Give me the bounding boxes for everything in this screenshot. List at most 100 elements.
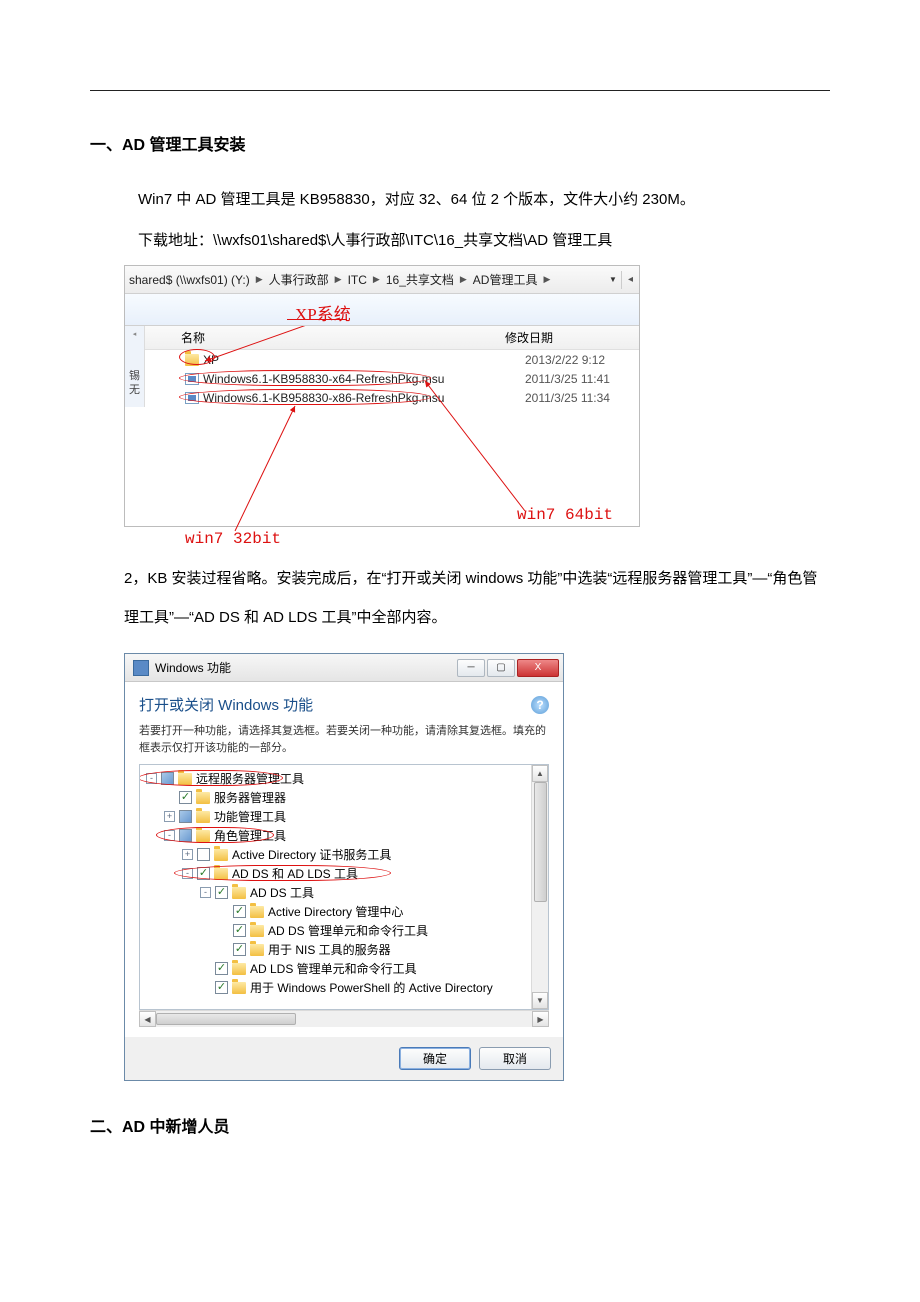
chevron-right-icon: ▶ — [333, 274, 344, 285]
scroll-thumb[interactable] — [534, 782, 547, 902]
window-title: Windows 功能 — [155, 659, 231, 676]
tree-label: AD DS 和 AD LDS 工具 — [232, 865, 358, 882]
collapse-icon[interactable]: - — [164, 830, 175, 841]
tree-node[interactable]: -角色管理工具 — [140, 826, 531, 845]
checkbox[interactable] — [215, 981, 228, 994]
tree-node[interactable]: 用于 Windows PowerShell 的 Active Directory — [140, 978, 531, 997]
column-headers: 名称 修改日期 — [145, 326, 639, 350]
toolbar-band: XP系统 — [125, 294, 639, 326]
breadcrumb-seg[interactable]: ITC — [344, 273, 371, 287]
close-button[interactable]: X — [517, 659, 559, 677]
app-icon — [133, 660, 149, 676]
checkbox[interactable] — [233, 943, 246, 956]
explorer-body: ◂ 锡 无 名称 修改日期 XP 2013/2/22 9:12 — [125, 326, 639, 526]
file-row[interactable]: Windows6.1-KB958830-x64-RefreshPkg.msu 2… — [145, 369, 639, 388]
scroll-right-icon[interactable]: ▶ — [532, 1011, 549, 1027]
heading-text: 打开或关闭 Windows 功能 — [139, 694, 313, 715]
tree-label: 用于 NIS 工具的服务器 — [268, 941, 391, 958]
breadcrumb-seg[interactable]: AD管理工具 — [469, 271, 542, 288]
breadcrumb-seg[interactable]: shared$ (\\wxfs01) (Y:) — [125, 273, 254, 287]
expand-icon[interactable]: + — [164, 811, 175, 822]
folder-icon — [178, 773, 192, 785]
paragraph-1: Win7 中 AD 管理工具是 KB958830，对应 32、64 位 2 个版… — [138, 183, 830, 216]
chevron-right-icon: ▶ — [371, 274, 382, 285]
dialog-heading: 打开或关闭 Windows 功能 ? — [139, 694, 549, 715]
checkbox[interactable] — [233, 924, 246, 937]
document-page: 一、AD 管理工具安装 Win7 中 AD 管理工具是 KB958830，对应 … — [0, 0, 920, 1197]
file-date: 2013/2/22 9:12 — [525, 353, 639, 367]
refresh-icon[interactable]: ◂ — [626, 274, 635, 285]
cancel-button[interactable]: 取消 — [479, 1047, 551, 1070]
folder-icon — [232, 887, 246, 899]
tree-node[interactable]: -AD DS 工具 — [140, 883, 531, 902]
tree-label: AD DS 管理单元和命令行工具 — [268, 922, 428, 939]
file-row[interactable]: Windows6.1-KB958830-x86-RefreshPkg.msu 2… — [145, 388, 639, 407]
file-name: XP — [203, 353, 219, 367]
header-date[interactable]: 修改日期 — [505, 329, 639, 346]
checkbox[interactable] — [233, 905, 246, 918]
tree-node[interactable]: 用于 NIS 工具的服务器 — [140, 940, 531, 959]
folder-icon — [250, 925, 264, 937]
folder-icon — [196, 811, 210, 823]
checkbox[interactable] — [197, 867, 210, 880]
folder-icon — [214, 868, 228, 880]
checkbox[interactable] — [179, 829, 192, 842]
tree-node[interactable]: 服务器管理器 — [140, 788, 531, 807]
help-icon[interactable]: ? — [531, 696, 549, 714]
tree-node[interactable]: + Active Directory 证书服务工具 — [140, 845, 531, 864]
features-tree-container: -远程服务器管理工具服务器管理器 + 功能管理工具-角色管理工具 + Active Di… — [139, 764, 549, 1010]
maximize-button[interactable]: ▢ — [487, 659, 515, 677]
scroll-up-icon[interactable]: ▲ — [532, 765, 548, 782]
file-name: Windows6.1-KB958830-x86-RefreshPkg.msu — [203, 391, 444, 405]
collapse-icon: ◂ — [133, 330, 137, 338]
folder-icon — [185, 354, 199, 366]
dialog-description: 若要打开一种功能，请选择其复选框。若要关闭一种功能，请清除其复选框。填充的框表示… — [139, 723, 549, 756]
folder-icon — [214, 849, 228, 861]
folder-icon — [232, 982, 246, 994]
vertical-scrollbar[interactable]: ▲ ▼ — [531, 765, 548, 1009]
file-name: Windows6.1-KB958830-x64-RefreshPkg.msu — [203, 372, 444, 386]
tree-label: Active Directory 管理中心 — [268, 903, 403, 920]
hscroll-thumb[interactable] — [156, 1013, 296, 1025]
breadcrumb-seg[interactable]: 人事行政部 — [265, 271, 333, 288]
scroll-left-icon[interactable]: ◀ — [139, 1011, 156, 1027]
paragraph-2: 下载地址：\\wxfs01\shared$\人事行政部\ITC\16_共享文档\… — [138, 224, 830, 257]
tree-label: 功能管理工具 — [214, 808, 286, 825]
separator — [621, 271, 622, 289]
file-row[interactable]: XP 2013/2/22 9:12 — [145, 350, 639, 369]
horizontal-scrollbar[interactable]: ◀ ▶ — [139, 1010, 549, 1027]
checkbox[interactable] — [179, 810, 192, 823]
tree-node[interactable]: Active Directory 管理中心 — [140, 902, 531, 921]
msu-icon — [185, 392, 199, 404]
checkbox[interactable] — [215, 886, 228, 899]
minimize-button[interactable]: ─ — [457, 659, 485, 677]
header-name[interactable]: 名称 — [145, 329, 505, 346]
features-tree: -远程服务器管理工具服务器管理器 + 功能管理工具-角色管理工具 + Active Di… — [140, 765, 531, 1009]
expand-icon[interactable]: + — [182, 849, 193, 860]
collapse-icon[interactable]: - — [200, 887, 211, 898]
tree-label: AD LDS 管理单元和命令行工具 — [250, 960, 417, 977]
tree-label: Active Directory 证书服务工具 — [232, 846, 391, 863]
checkbox[interactable] — [215, 962, 228, 975]
tree-node[interactable]: AD DS 管理单元和命令行工具 — [140, 921, 531, 940]
tree-node[interactable]: -远程服务器管理工具 — [140, 769, 531, 788]
ok-button[interactable]: 确定 — [399, 1047, 471, 1070]
folder-icon — [196, 792, 210, 804]
scroll-down-icon[interactable]: ▼ — [532, 992, 548, 1009]
checkbox[interactable] — [197, 848, 210, 861]
dropdown-icon[interactable]: ▼ — [609, 275, 617, 284]
file-date: 2011/3/25 11:34 — [525, 391, 639, 405]
checkbox[interactable] — [161, 772, 174, 785]
explorer-screenshot: shared$ (\\wxfs01) (Y:)▶ 人事行政部▶ ITC▶ 16_… — [124, 265, 640, 527]
tree-node[interactable]: + 功能管理工具 — [140, 807, 531, 826]
top-rule — [90, 90, 830, 91]
breadcrumb-bar: shared$ (\\wxfs01) (Y:)▶ 人事行政部▶ ITC▶ 16_… — [125, 266, 639, 294]
breadcrumb-seg[interactable]: 16_共享文档 — [382, 271, 458, 288]
chevron-right-icon: ▶ — [541, 274, 552, 285]
sidebar-text: 锡 — [129, 370, 140, 382]
collapse-icon[interactable]: - — [146, 773, 157, 784]
tree-node[interactable]: AD LDS 管理单元和命令行工具 — [140, 959, 531, 978]
collapse-icon[interactable]: - — [182, 868, 193, 879]
tree-node[interactable]: - AD DS 和 AD LDS 工具 — [140, 864, 531, 883]
checkbox[interactable] — [179, 791, 192, 804]
